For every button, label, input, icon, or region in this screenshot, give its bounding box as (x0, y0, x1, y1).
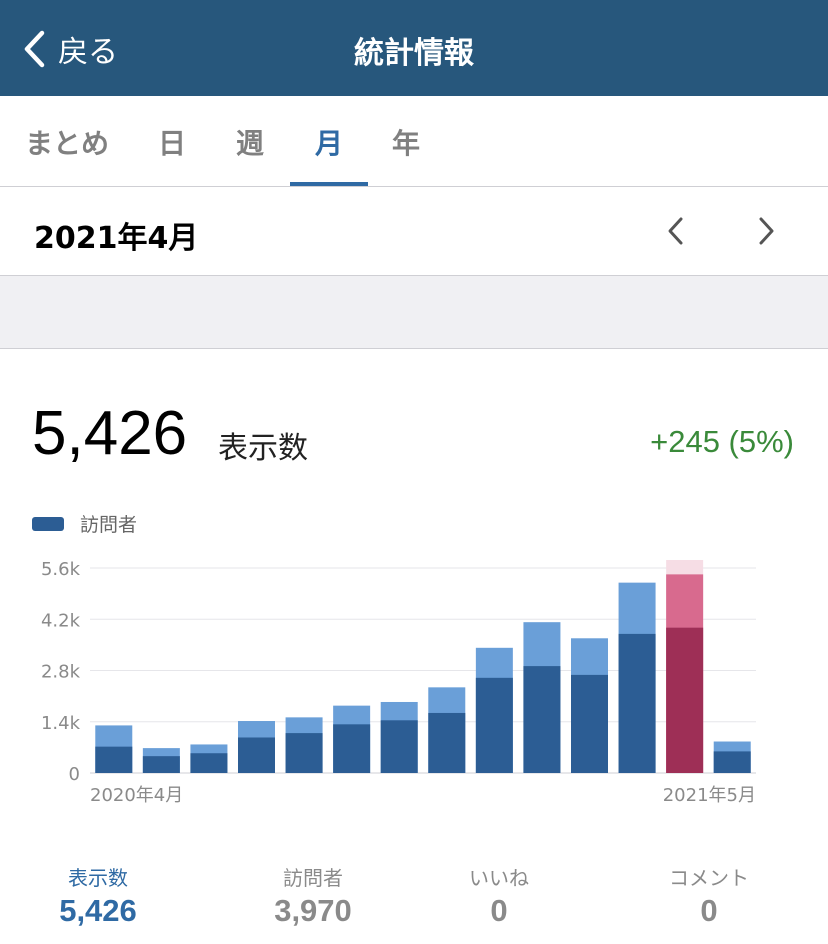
y-tick-label: 5.6k (41, 559, 81, 580)
previous-period-button[interactable] (656, 213, 696, 249)
next-period-button[interactable] (746, 213, 786, 249)
chevron-left-icon (668, 217, 683, 245)
legend-swatch (32, 516, 64, 531)
tab-month[interactable]: 月 (309, 122, 349, 162)
stats-summary: 表示数 5,426 訪問者 3,970 いいね 0 コメント 0 (0, 862, 828, 944)
stat-likes[interactable]: いいね 0 (409, 862, 589, 929)
bar-visitors (380, 720, 418, 773)
tab-day[interactable]: 日 (152, 122, 192, 162)
y-tick-label: 1.4k (41, 713, 81, 734)
headline-views-unit: 表示数 (218, 431, 308, 466)
x-tick-label-last: 2021年5月 (663, 785, 756, 806)
stat-value: 3,970 (274, 893, 352, 928)
stat-visitors[interactable]: 訪問者 3,970 (223, 862, 403, 929)
stat-label: いいね (469, 866, 529, 890)
bar-visitors (523, 666, 561, 773)
y-tick-label: 2.8k (41, 662, 81, 683)
tab-summary[interactable]: まとめ (24, 122, 110, 162)
page-title: 統計情報 (354, 36, 474, 71)
bar-visitors (713, 751, 751, 773)
stat-label: コメント (669, 866, 749, 890)
headline-change: +245 (5%) (650, 424, 794, 459)
bar-visitors (571, 674, 608, 773)
period-selector: 2021年4月 (0, 187, 828, 276)
stat-comments[interactable]: コメント 0 (619, 862, 799, 929)
x-tick-label-first: 2020年4月 (90, 785, 183, 806)
stat-value: 5,426 (59, 893, 137, 928)
period-label: 2021年4月 (34, 221, 199, 256)
bar-visitors (618, 633, 656, 773)
bar-visitors (190, 753, 228, 773)
stat-views[interactable]: 表示数 5,426 (8, 862, 188, 929)
bar-visitors (475, 677, 513, 773)
active-tab-indicator (290, 182, 368, 186)
section-separator (0, 276, 828, 349)
bar-visitors (142, 756, 180, 773)
headline-views-value: 5,426 (32, 399, 188, 468)
stat-value: 0 (700, 893, 718, 928)
chevron-right-icon (759, 217, 774, 245)
tab-week[interactable]: 週 (230, 122, 270, 162)
stat-label: 表示数 (68, 866, 128, 890)
stat-label: 訪問者 (283, 866, 343, 890)
tab-year[interactable]: 年 (386, 122, 426, 162)
nav-bar: 戻る 統計情報 (0, 0, 828, 96)
period-tabs: まとめ 日 週 月 年 (0, 96, 828, 187)
bar-visitors (333, 724, 371, 773)
bar-visitors (238, 737, 275, 773)
y-tick-label: 0 (69, 764, 80, 785)
bar-visitors (95, 746, 133, 773)
monthly-views-chart: 0 1.4k 2.8k 4.2k 5.6k 2020年4月 2021年5月 (41, 559, 756, 806)
bar-visitors (666, 627, 704, 773)
bar-visitors (428, 712, 466, 773)
stat-value: 0 (490, 893, 508, 928)
y-tick-label: 4.2k (41, 610, 81, 631)
bar-visitors (285, 733, 323, 773)
